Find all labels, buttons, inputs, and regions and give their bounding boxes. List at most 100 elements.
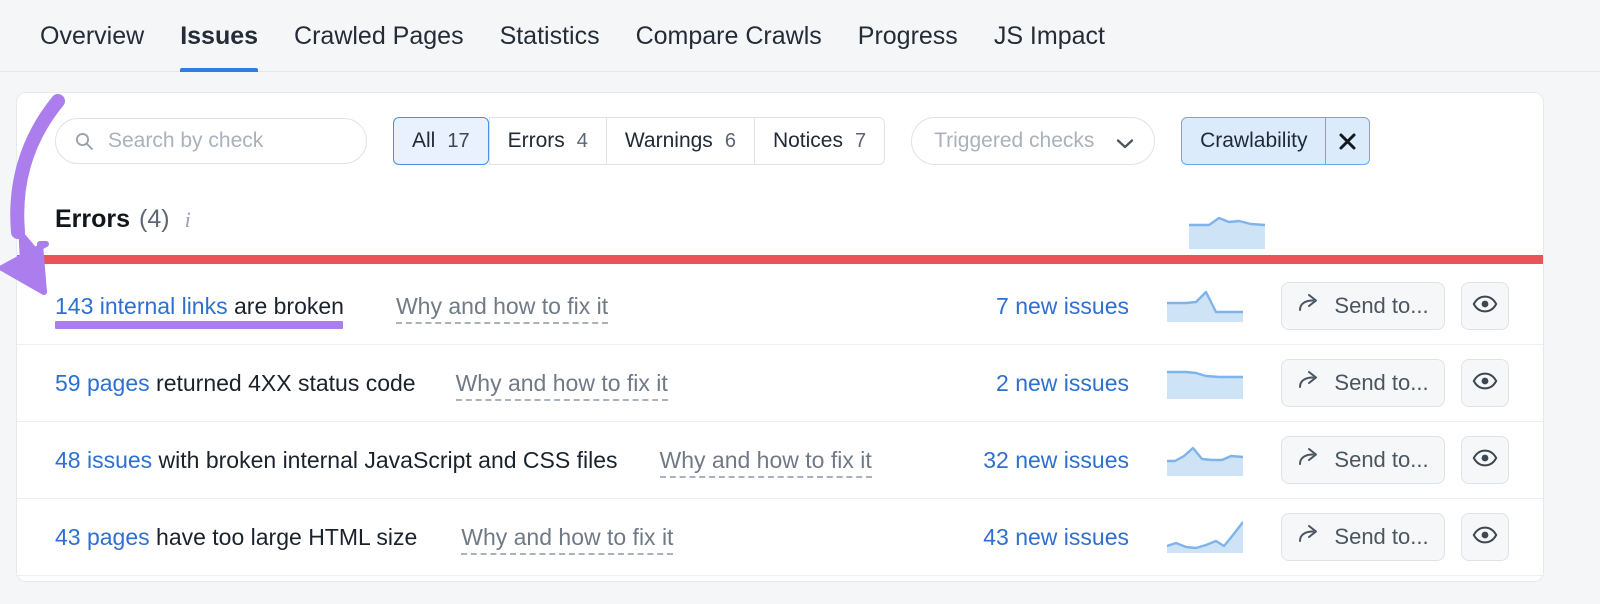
eye-icon (1472, 445, 1498, 476)
why-and-how-to-fix-it-link[interactable]: Why and how to fix it (455, 369, 668, 401)
issue-link[interactable]: 43 pages (55, 524, 150, 550)
issue-title: 59 pages returned 4XX status code (55, 370, 416, 397)
tab-label: Compare Crawls (635, 22, 822, 50)
row-sparkline (1167, 290, 1243, 322)
row-sparkline (1167, 444, 1243, 476)
send-to-label: Send to... (1334, 370, 1429, 395)
send-to-label: Send to... (1334, 524, 1429, 549)
new-issues-link[interactable]: 2 new issues (939, 370, 1129, 397)
new-issues-link[interactable]: 32 new issues (939, 447, 1129, 474)
segment-notices[interactable]: Notices 7 (753, 117, 886, 165)
search-box[interactable] (55, 118, 367, 164)
issue-rest: returned 4XX status code (149, 369, 416, 396)
fix-it-wrap: Why and how to fix it (659, 446, 872, 478)
sparkline-svg (1167, 446, 1243, 476)
red-line-annotation (17, 255, 1543, 264)
triggered-checks-dropdown[interactable]: Triggered checks (911, 117, 1156, 165)
send-to-button[interactable]: Send to... (1281, 513, 1445, 561)
share-arrow-icon (1297, 445, 1321, 475)
sparkline-svg (1189, 216, 1266, 249)
tab-statistics[interactable]: Statistics (482, 0, 618, 72)
dropdown-label: Triggered checks (934, 129, 1095, 152)
segment-label: Notices (772, 129, 843, 152)
issue-link[interactable]: 143 internal links (55, 293, 228, 319)
close-icon[interactable] (1325, 118, 1369, 164)
tab-label: Issues (180, 22, 259, 50)
eye-icon (1472, 291, 1498, 322)
tab-js-impact[interactable]: JS Impact (976, 0, 1123, 72)
section-count: (4) (139, 205, 170, 233)
row-sparkline (1167, 521, 1243, 553)
eye-icon-button[interactable] (1461, 513, 1509, 561)
search-input[interactable] (106, 128, 346, 154)
tab-label: Crawled Pages (294, 22, 464, 50)
eye-icon-button[interactable] (1461, 436, 1509, 484)
segment-label: Warnings (624, 129, 713, 152)
segment-errors[interactable]: Errors 4 (488, 117, 606, 165)
issue-title: 43 pages have too large HTML size (55, 524, 417, 551)
row-actions: 43 new issues Send to... (939, 513, 1509, 561)
share-arrow-icon (1297, 368, 1321, 398)
table-row[interactable]: 48 issues with broken internal JavaScrip… (17, 422, 1543, 499)
section-sparkline (1189, 211, 1266, 254)
sparkline-svg (1167, 370, 1243, 399)
share-arrow-icon (1297, 522, 1321, 552)
tab-progress[interactable]: Progress (840, 0, 976, 72)
tab-crawled-pages[interactable]: Crawled Pages (276, 0, 482, 72)
tab-compare-crawls[interactable]: Compare Crawls (618, 0, 840, 72)
main-tab-bar: Overview Issues Crawled Pages Statistics… (0, 0, 1600, 72)
issue-type-segmented-control: All 17 Errors 4 Warnings 6 Notices 7 (393, 117, 886, 165)
eye-icon-button[interactable] (1461, 282, 1509, 330)
why-and-how-to-fix-it-link[interactable]: Why and how to fix it (461, 523, 674, 555)
issues-card: All 17 Errors 4 Warnings 6 Notices 7 Tri… (16, 92, 1544, 582)
eye-icon (1472, 522, 1498, 553)
new-issues-link[interactable]: 43 new issues (939, 524, 1129, 551)
crawlability-filter-chip[interactable]: Crawlability (1181, 117, 1371, 165)
issue-title: 48 issues with broken internal JavaScrip… (55, 447, 618, 474)
segment-label: All (412, 129, 436, 152)
sparkline-svg (1167, 521, 1243, 553)
new-issues-link[interactable]: 7 new issues (939, 293, 1129, 320)
segment-count: 7 (854, 129, 867, 152)
send-to-button[interactable]: Send to... (1281, 436, 1445, 484)
eye-icon-button[interactable] (1461, 359, 1509, 407)
row-actions: 2 new issues Send to... (939, 359, 1509, 407)
sparkline-svg (1167, 290, 1243, 322)
row-actions: 7 new issues Send to... (939, 282, 1509, 330)
tab-label: JS Impact (993, 22, 1105, 50)
search-icon (74, 131, 94, 151)
send-to-label: Send to... (1334, 447, 1429, 472)
table-row[interactable]: 43 pages have too large HTML size Why an… (17, 499, 1543, 576)
issues-list: 143 internal links are broken Why and ho… (17, 268, 1543, 576)
errors-section-heading: Errors (4) i (55, 205, 191, 234)
table-row[interactable]: 143 internal links are broken Why and ho… (17, 268, 1543, 345)
tab-issues[interactable]: Issues (162, 0, 276, 72)
fix-it-wrap: Why and how to fix it (461, 523, 674, 555)
segment-count: 4 (576, 129, 588, 152)
tab-overview[interactable]: Overview (22, 0, 162, 72)
segment-all[interactable]: All 17 (393, 117, 489, 165)
row-sparkline (1167, 367, 1243, 399)
fix-it-wrap: Why and how to fix it (455, 369, 668, 401)
issue-link[interactable]: 59 pages (55, 370, 150, 396)
table-row[interactable]: 59 pages returned 4XX status code Why an… (17, 345, 1543, 422)
send-to-button[interactable]: Send to... (1281, 359, 1445, 407)
chip-label: Crawlability (1200, 129, 1308, 152)
filter-toolbar: All 17 Errors 4 Warnings 6 Notices 7 Tri… (17, 93, 1543, 189)
info-icon[interactable]: i (185, 207, 191, 233)
issue-title: 143 internal links are broken (55, 293, 344, 320)
send-to-label: Send to... (1334, 293, 1429, 318)
section-title: Errors (55, 205, 131, 233)
tab-label: Overview (40, 22, 145, 50)
purple-underline-annotation (55, 321, 343, 329)
why-and-how-to-fix-it-link[interactable]: Why and how to fix it (659, 446, 872, 478)
tab-label: Statistics (499, 22, 600, 50)
issue-link[interactable]: 48 issues (55, 447, 152, 473)
segment-warnings[interactable]: Warnings 6 (605, 117, 754, 165)
eye-icon (1472, 368, 1498, 399)
why-and-how-to-fix-it-link[interactable]: Why and how to fix it (395, 292, 609, 324)
share-arrow-icon (1297, 291, 1321, 321)
segment-count: 6 (724, 129, 736, 152)
send-to-button[interactable]: Send to... (1281, 282, 1445, 330)
issue-rest: with broken internal JavaScript and CSS … (152, 446, 618, 473)
